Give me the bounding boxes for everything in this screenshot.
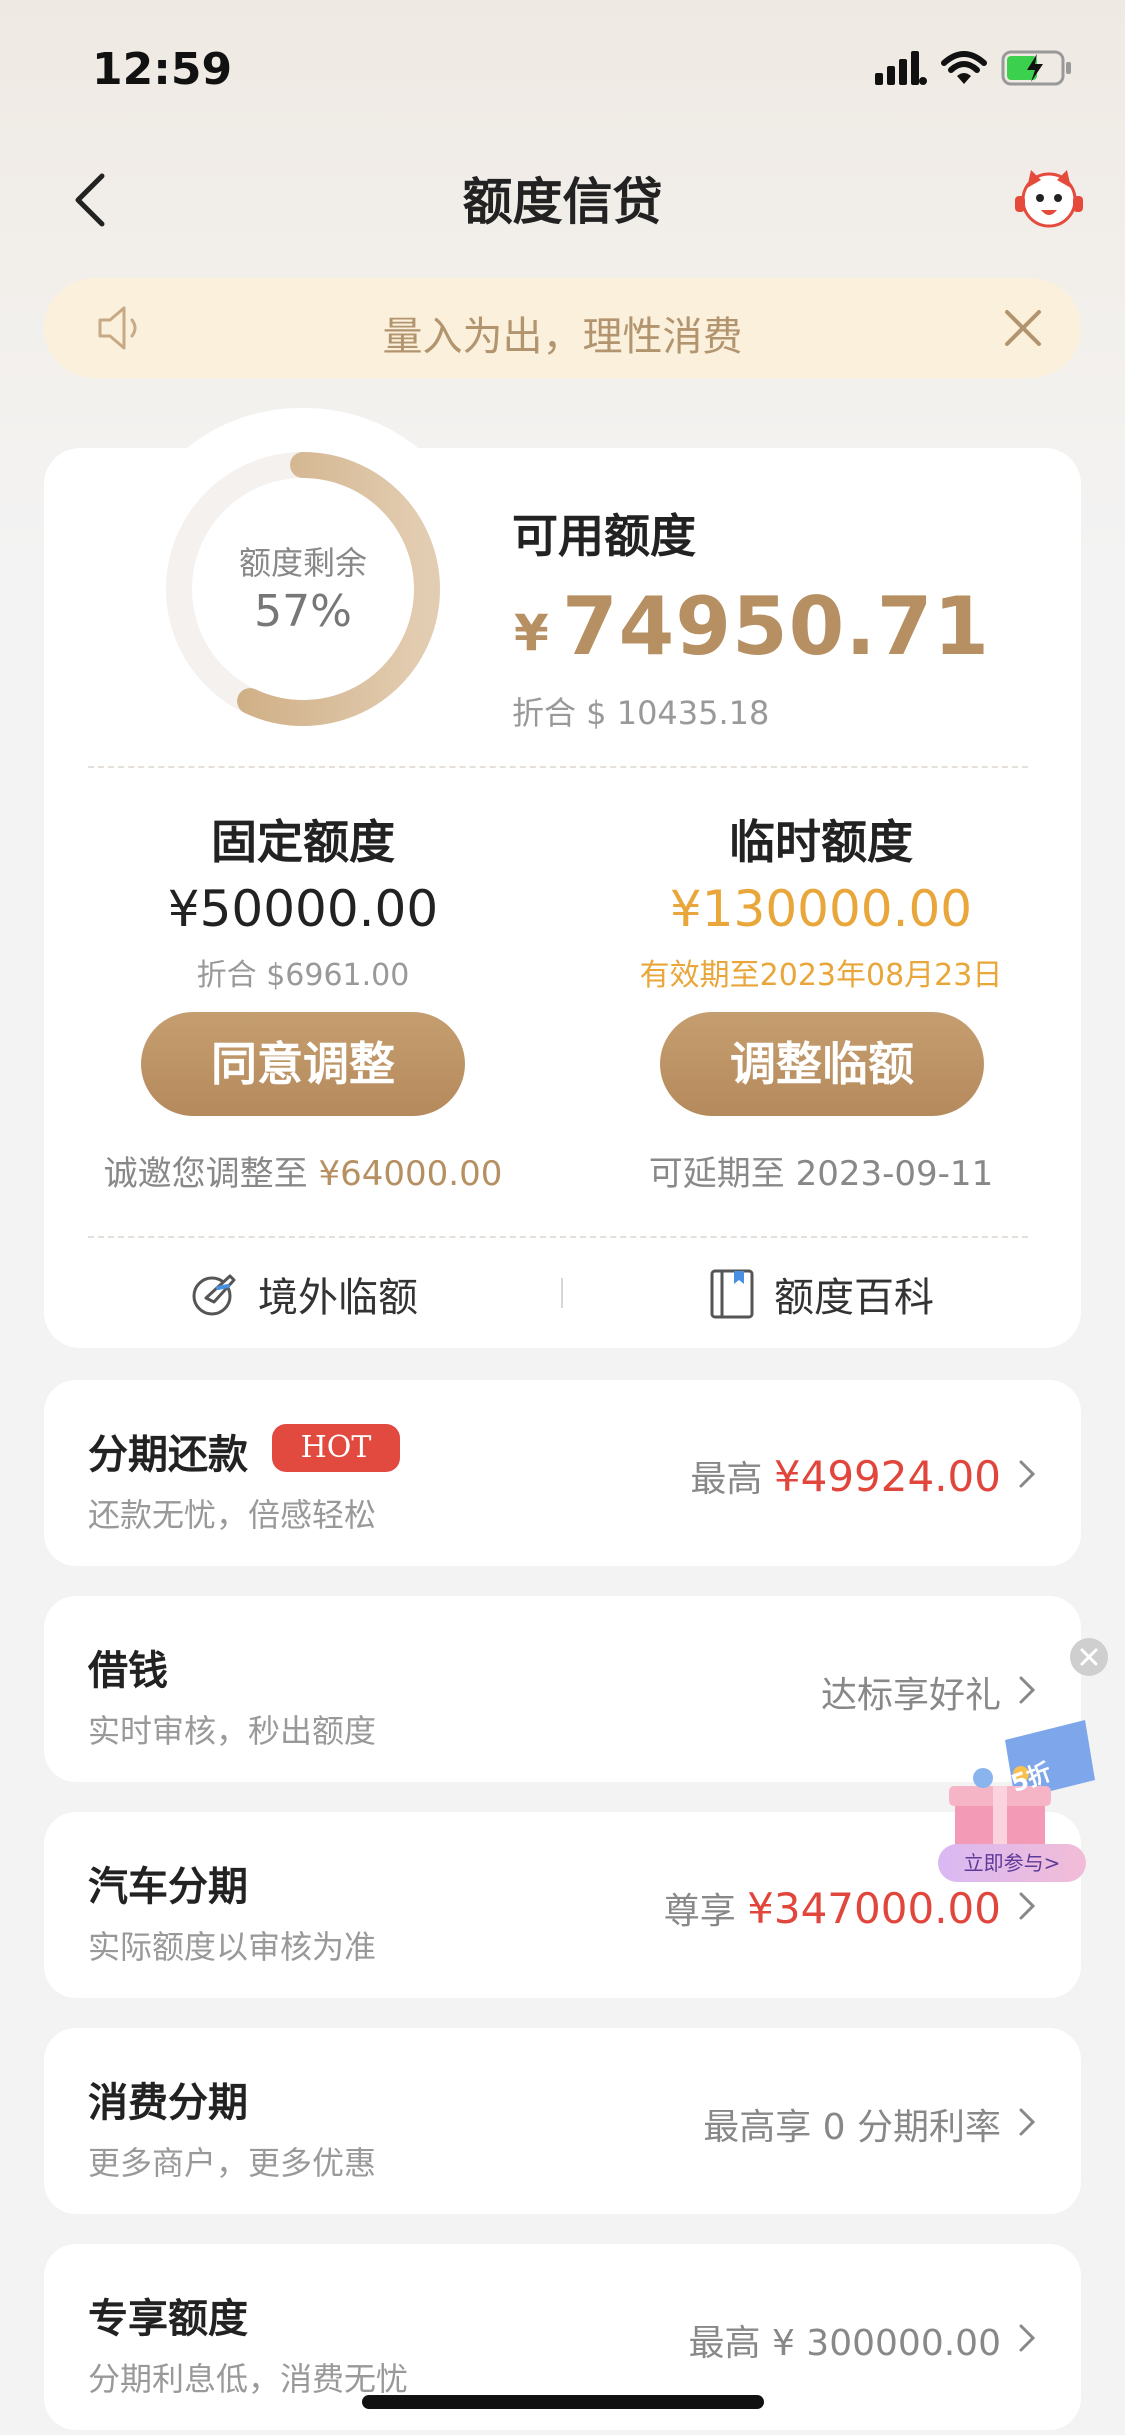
join-now-button[interactable]: 立即参与>	[938, 1844, 1086, 1882]
ring-label: 额度剩余	[238, 544, 367, 582]
list-item-car-installment[interactable]: 汽车分期 实际额度以审核为准 尊享 ¥347000.00	[44, 1812, 1081, 1998]
book-icon	[710, 1269, 754, 1319]
available-label: 可用额度	[512, 509, 696, 563]
link-divider	[561, 1278, 563, 1308]
home-indicator	[362, 2395, 764, 2409]
available-currency: ¥	[514, 604, 549, 662]
list-item-title: 消费分期	[88, 2080, 248, 2126]
available-amount: 74950.71	[562, 580, 991, 673]
list-item-value: 最高 ¥ 300000.00	[688, 2323, 1001, 2364]
status-icons	[875, 50, 1073, 86]
chevron-right-icon	[1019, 1676, 1036, 1704]
temp-quota-note: 可延期至 2023-09-11	[648, 1154, 994, 1194]
status-bar: 12:59	[0, 0, 1125, 140]
list-item-title: 借钱	[88, 1648, 168, 1694]
hot-badge: HOT	[272, 1424, 400, 1472]
overseas-temp-quota-link[interactable]: 境外临额	[188, 1262, 418, 1326]
battery-charging-icon	[1001, 50, 1071, 86]
chevron-right-icon	[1019, 2108, 1036, 2136]
divider	[88, 1236, 1028, 1238]
notice-text: 量入为出，理性消费	[382, 314, 743, 360]
page-title: 额度信贷	[462, 173, 663, 231]
encyclopedia-link-label: 额度百科	[774, 1275, 934, 1321]
nav-bar: 额度信贷	[0, 150, 1125, 240]
temp-quota-validity: 有效期至2023年08月23日	[639, 958, 1003, 993]
value-amount: ¥49924.00	[773, 1452, 1001, 1501]
chevron-right-icon	[1019, 1460, 1036, 1488]
promo-close-button[interactable]	[1070, 1638, 1108, 1676]
list-item-subtitle: 实际额度以审核为准	[88, 1928, 377, 1966]
value-prefix: 最高	[690, 1459, 774, 1500]
list-item-installment-repayment[interactable]: 分期还款 HOT 还款无忧，倍感轻松 最高 ¥49924.00	[44, 1380, 1081, 1566]
overseas-link-label: 境外临额	[258, 1275, 418, 1321]
fixed-quota-converted: 折合 $6961.00	[196, 958, 410, 993]
list-item-subtitle: 更多商户，更多优惠	[88, 2144, 377, 2182]
quota-encyclopedia-link[interactable]: 额度百科	[708, 1262, 934, 1326]
ring-percent: 57%	[254, 586, 352, 637]
close-icon	[1080, 1648, 1098, 1666]
list-item-title: 汽车分期	[88, 1864, 248, 1910]
wifi-icon	[941, 51, 987, 84]
temp-quota-amount: ¥130000.00	[669, 880, 973, 938]
cellular-signal-icon	[875, 51, 927, 85]
adjust-temp-quota-button[interactable]: 调整临额	[660, 1012, 984, 1116]
temp-quota-title: 临时额度	[729, 815, 913, 869]
list-item-value: 最高 ¥49924.00	[690, 1450, 1001, 1502]
plane-globe-icon	[192, 1274, 236, 1316]
customer-service-mascot-icon[interactable]	[1013, 162, 1085, 234]
value-prefix: 尊享	[663, 1891, 748, 1932]
list-item-subtitle: 实时审核，秒出额度	[88, 1712, 377, 1750]
list-item-value: 最高享 0 分期利率	[703, 2107, 1001, 2148]
fixed-quota-title: 固定额度	[211, 815, 395, 869]
fixed-note-text: 诚邀您调整至	[103, 1154, 319, 1194]
chevron-right-icon	[1019, 2324, 1036, 2352]
list-item-title: 专享额度	[88, 2296, 248, 2342]
fixed-quota-note: 诚邀您调整至 ¥64000.00	[68, 1146, 538, 1195]
chevron-right-icon	[1019, 1892, 1036, 1920]
list-item-value: 达标享好礼	[820, 1675, 1001, 1716]
status-time: 12:59	[92, 44, 233, 95]
close-icon[interactable]	[1001, 306, 1045, 350]
divider	[88, 766, 1028, 768]
list-item-subtitle: 分期利息低，消费无忧	[88, 2360, 409, 2398]
list-item-title: 分期还款	[88, 1432, 248, 1478]
fixed-quota-amount: ¥50000.00	[167, 880, 439, 938]
list-item-borrow[interactable]: 借钱 实时审核，秒出额度 达标享好礼	[44, 1596, 1081, 1782]
value-amount: ¥347000.00	[747, 1884, 1001, 1933]
notice-banner: 量入为出，理性消费	[44, 278, 1081, 378]
list-item-consumer-installment[interactable]: 消费分期 更多商户，更多优惠 最高享 0 分期利率	[44, 2028, 1081, 2214]
fixed-note-amount: ¥64000.00	[318, 1154, 503, 1194]
agree-adjust-button[interactable]: 同意调整	[141, 1012, 465, 1116]
list-item-subtitle: 还款无忧，倍感轻松	[88, 1496, 377, 1534]
available-converted: 折合 $ 10435.18	[512, 694, 770, 732]
